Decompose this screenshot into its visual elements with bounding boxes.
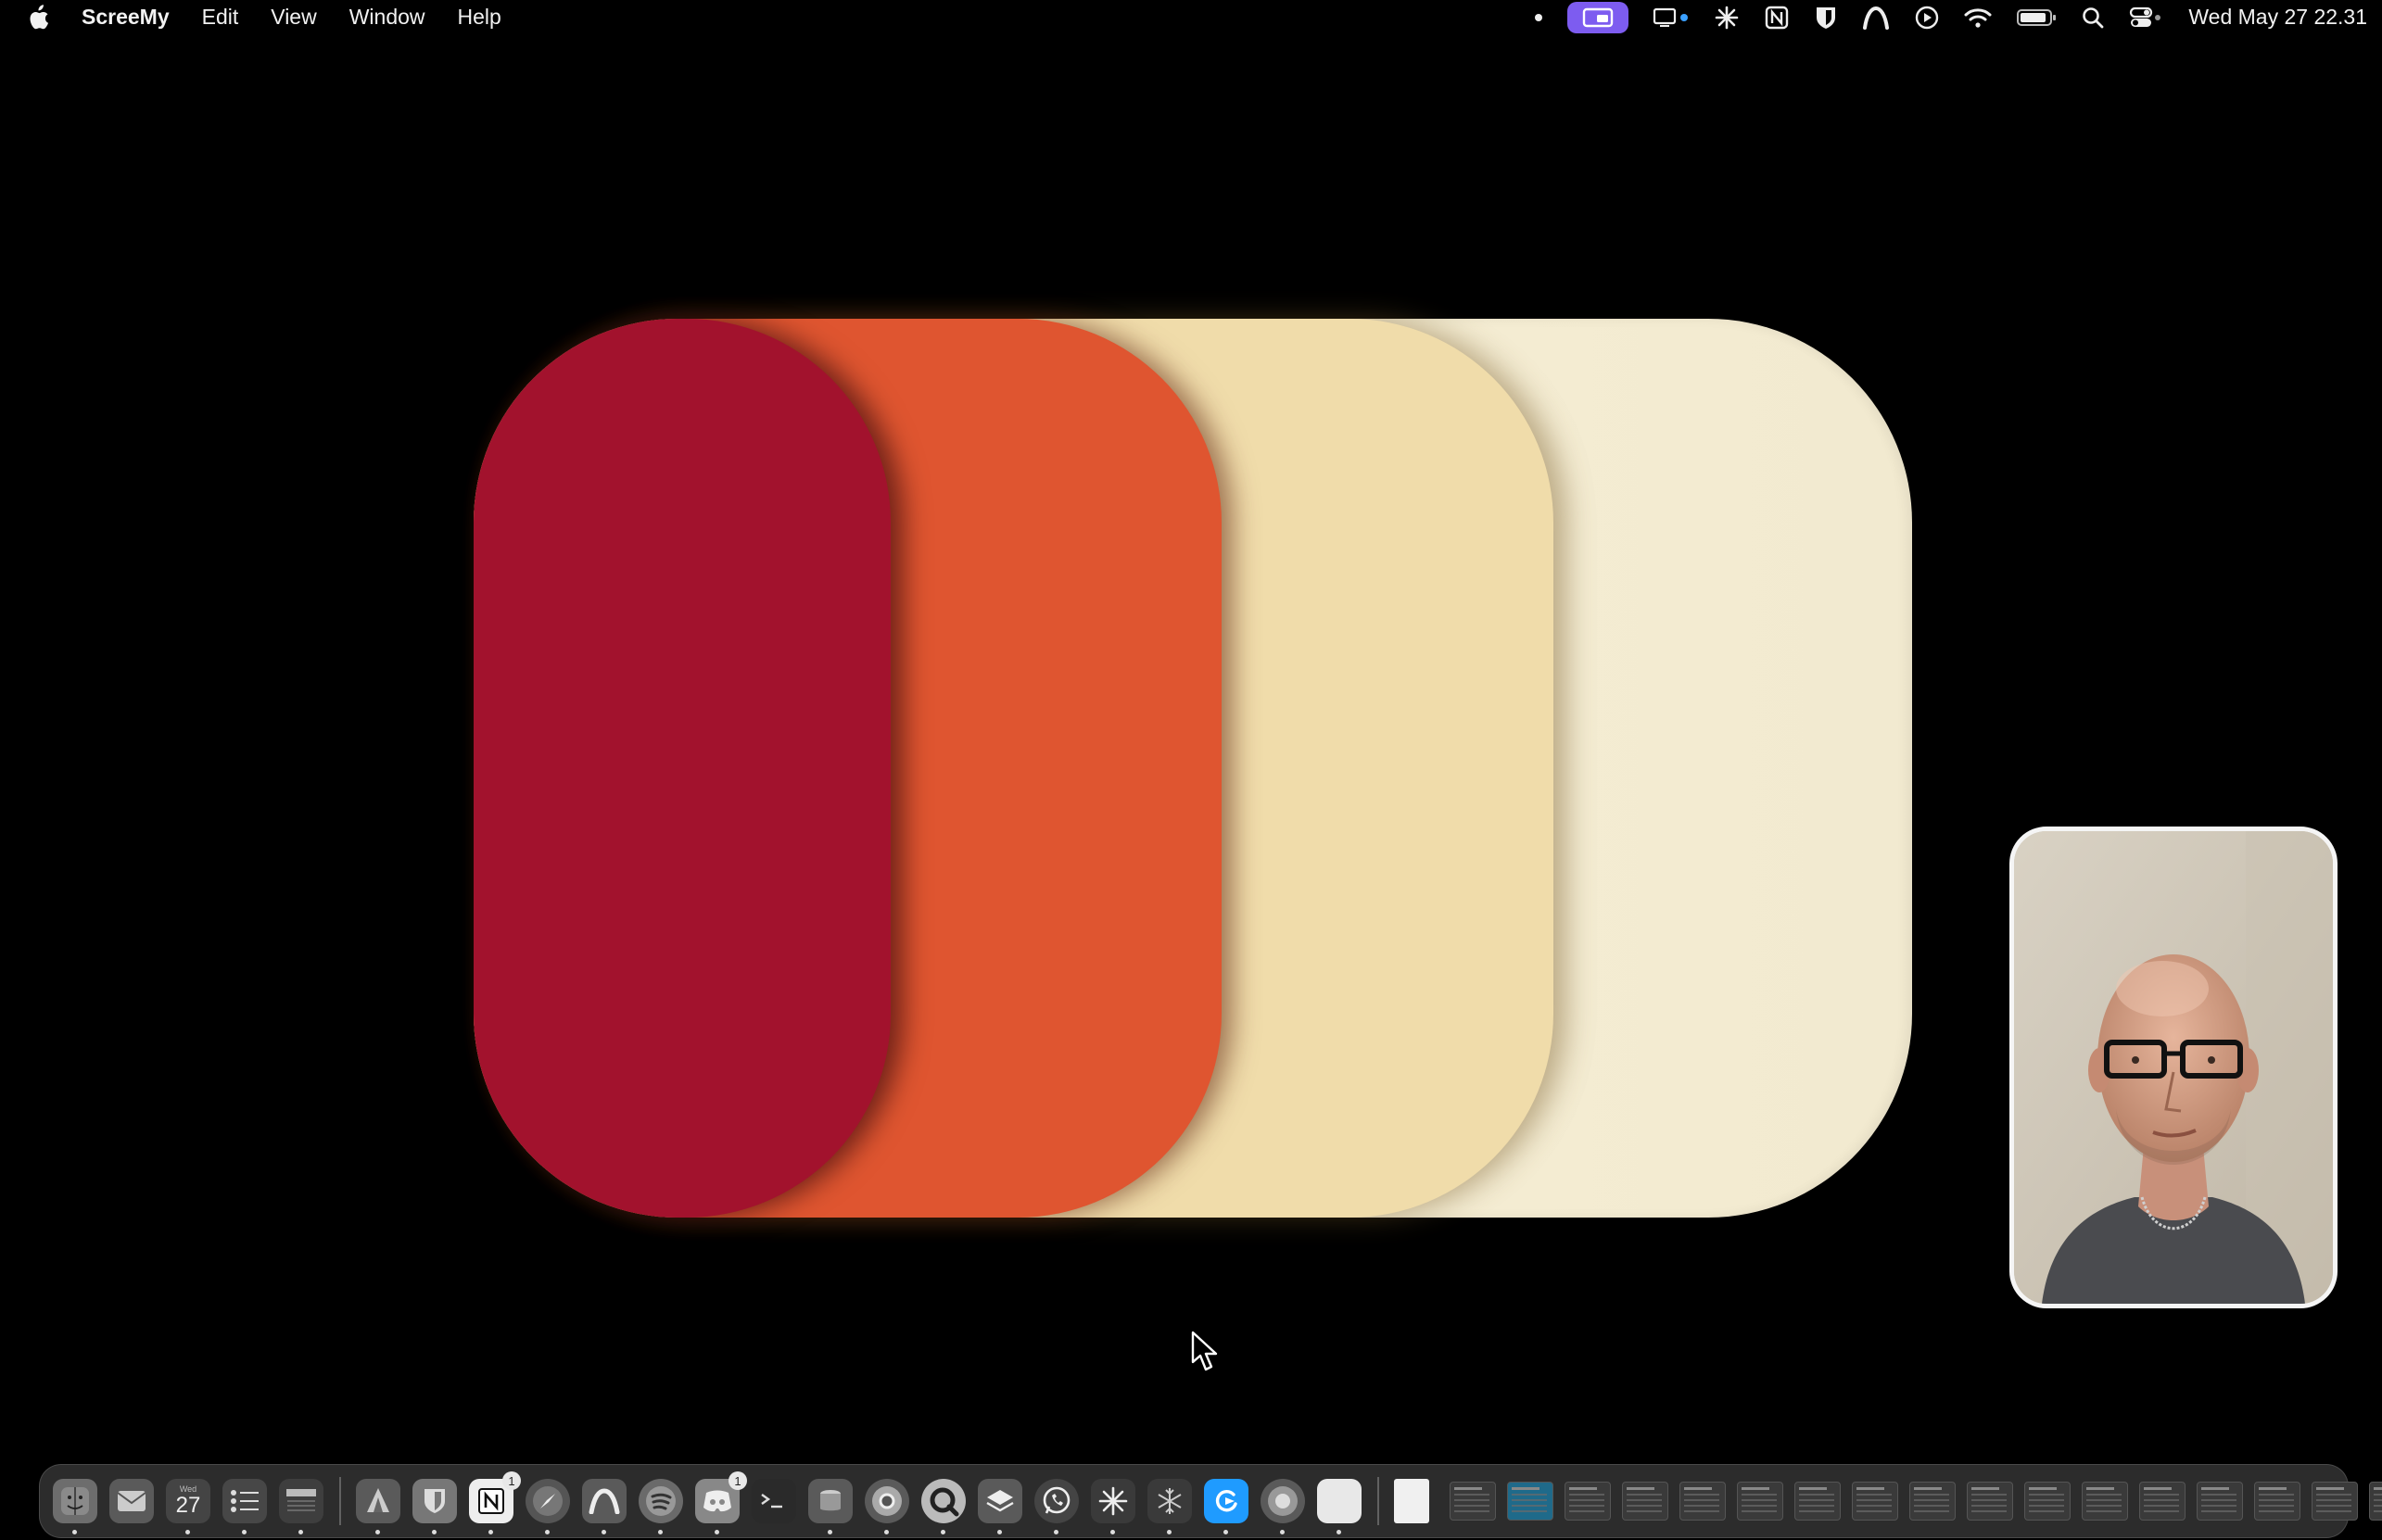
- screen-share-icon[interactable]: [1567, 2, 1629, 33]
- control-center-icon[interactable]: [2129, 0, 2162, 34]
- menu-bar: ScreeMy Edit View Window Help Wed May 27…: [0, 0, 2382, 34]
- dock-safari-icon[interactable]: [526, 1479, 570, 1534]
- dock-terminal-icon[interactable]: [752, 1479, 796, 1523]
- dock-notes-icon[interactable]: [279, 1479, 323, 1534]
- dock-minimized-window[interactable]: [1794, 1482, 1841, 1521]
- dot-icon[interactable]: [1534, 0, 1543, 34]
- menu-edit[interactable]: Edit: [202, 5, 239, 30]
- dock-minimized-window[interactable]: [1737, 1482, 1783, 1521]
- dock-mail-icon[interactable]: [109, 1479, 154, 1523]
- dock-perplexity-icon[interactable]: [1091, 1479, 1135, 1534]
- dock-minimized-window[interactable]: [1967, 1482, 2013, 1521]
- dock-blank-app-icon[interactable]: [1317, 1479, 1362, 1534]
- wifi-icon[interactable]: [1964, 0, 1992, 34]
- calendar-day: 27: [175, 1493, 201, 1518]
- dock-stack-icon[interactable]: [978, 1479, 1022, 1534]
- dock-document-icon[interactable]: [1394, 1479, 1429, 1523]
- dock-separator: [339, 1477, 341, 1525]
- notion-icon[interactable]: [1764, 0, 1790, 34]
- apple-icon[interactable]: [26, 4, 50, 31]
- dock-minimized-window[interactable]: [1450, 1482, 1496, 1521]
- dock-screemy-icon[interactable]: [1204, 1479, 1248, 1534]
- dock-reminders-icon[interactable]: [222, 1479, 267, 1534]
- play-icon[interactable]: [1914, 0, 1940, 34]
- dock-calendar-icon[interactable]: Wed 27: [166, 1479, 210, 1534]
- dock-quicktime-icon[interactable]: [921, 1479, 966, 1534]
- dock-finder-icon[interactable]: [53, 1479, 97, 1534]
- dock-minimized-window[interactable]: [2024, 1482, 2071, 1521]
- dock-minimized-window[interactable]: [2254, 1482, 2300, 1521]
- menu-window[interactable]: Window: [349, 5, 425, 30]
- search-icon[interactable]: [2081, 0, 2105, 34]
- dock-affinity-icon[interactable]: [356, 1479, 400, 1534]
- discord-badge: 1: [729, 1471, 747, 1490]
- webcam-overlay[interactable]: [2009, 827, 2338, 1308]
- dock-snowflake-icon[interactable]: [1147, 1479, 1192, 1534]
- display-icon[interactable]: [1653, 0, 1690, 34]
- dock-spotify-icon[interactable]: [639, 1479, 683, 1534]
- dock-separator: [1377, 1477, 1379, 1525]
- arc-icon[interactable]: [1862, 0, 1890, 34]
- dock-disk-utility-icon[interactable]: [808, 1479, 853, 1534]
- asterisk-icon[interactable]: [1714, 0, 1740, 34]
- mouse-cursor-icon: [1190, 1331, 1220, 1373]
- menu-app-name[interactable]: ScreeMy: [82, 5, 170, 30]
- webcam-person-image: [2014, 831, 2333, 1304]
- dock-minimized-window[interactable]: [1679, 1482, 1726, 1521]
- menu-help[interactable]: Help: [458, 5, 501, 30]
- dock-minimized-window[interactable]: [1565, 1482, 1611, 1521]
- dock-whatsapp-icon[interactable]: [1034, 1479, 1079, 1534]
- dock-minimized-window[interactable]: [1909, 1482, 1956, 1521]
- dock: Wed 27 1 1: [39, 1464, 2382, 1538]
- dock-minimized-window[interactable]: [1852, 1482, 1898, 1521]
- bitwarden-icon[interactable]: [1814, 0, 1838, 34]
- menubar-clock[interactable]: Wed May 27 22.31: [2188, 5, 2367, 30]
- dock-notion-icon[interactable]: 1: [469, 1471, 521, 1534]
- dock-minimized-window[interactable]: [2082, 1482, 2128, 1521]
- dock-arc-icon[interactable]: [582, 1479, 627, 1534]
- dock-chrome-icon[interactable]: [865, 1479, 909, 1534]
- red-card: [474, 319, 891, 1218]
- artwork-card-stack: [474, 319, 1912, 1218]
- dock-minimized-window[interactable]: [2139, 1482, 2186, 1521]
- dock-discord-icon[interactable]: 1: [695, 1471, 747, 1534]
- dock-minimized-window[interactable]: [2312, 1482, 2358, 1521]
- dock-minimized-window[interactable]: [1507, 1482, 1553, 1521]
- dock-minimized-window[interactable]: [2197, 1482, 2243, 1521]
- menu-view[interactable]: View: [271, 5, 316, 30]
- dock-browser-icon[interactable]: [1261, 1479, 1305, 1534]
- dock-minimized-window[interactable]: [1622, 1482, 1668, 1521]
- dock-minimized-window[interactable]: [2369, 1482, 2382, 1521]
- dock-bitwarden-icon[interactable]: [412, 1479, 457, 1534]
- battery-icon[interactable]: [2016, 0, 2057, 34]
- desktop: ScreeMy Edit View Window Help Wed May 27…: [0, 0, 2382, 1540]
- notion-badge: 1: [502, 1471, 521, 1490]
